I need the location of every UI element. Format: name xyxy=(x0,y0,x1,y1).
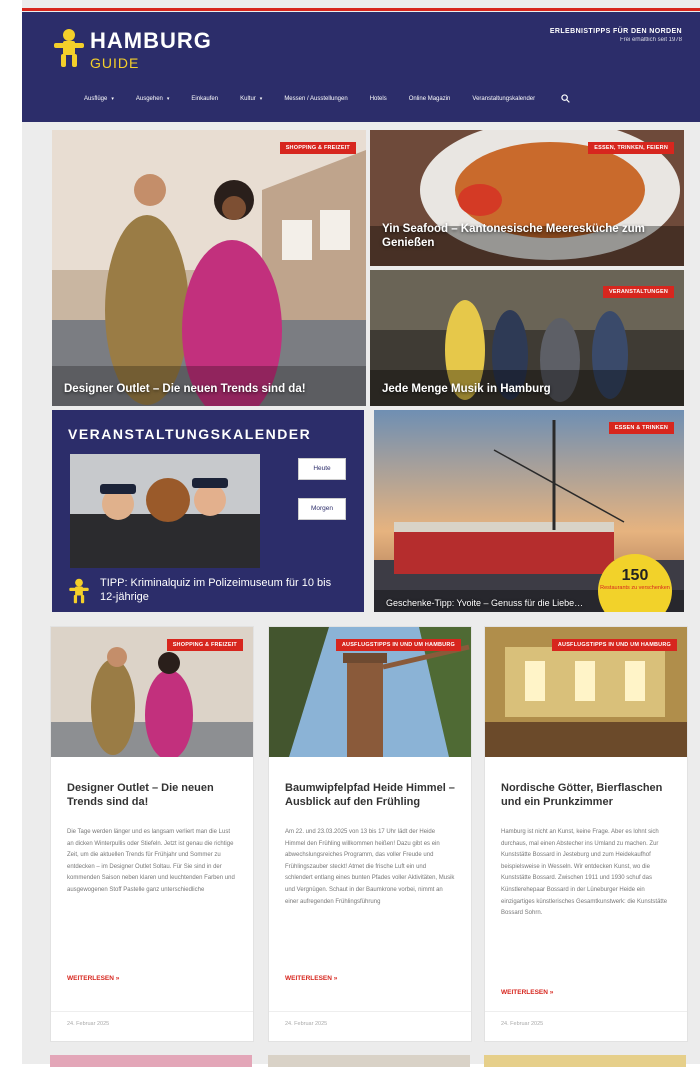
post-excerpt: Am 22. und 23.03.2025 von 13 bis 17 Uhr … xyxy=(285,829,455,905)
header-tagline: ERLEBNISTIPPS FÜR DEN NORDEN Frei erhält… xyxy=(550,28,682,43)
post-card[interactable]: AUSFLUGSTIPPS IN UND UM HAMBURG Baumwipf… xyxy=(268,626,472,1042)
category-badge[interactable]: SHOPPING & FREIZEIT xyxy=(279,142,356,154)
nav-item-veranstaltungskalender[interactable]: Veranstaltungskalender xyxy=(472,96,535,102)
logo-figure-icon xyxy=(68,578,90,609)
hero-top-right-title[interactable]: Yin Seafood – Kantonesische Meeresküche … xyxy=(382,222,672,250)
nav-item-kultur[interactable]: Kultur ▾ xyxy=(240,96,262,102)
category-badge[interactable]: AUSFLUGSTIPPS IN UND UM HAMBURG xyxy=(335,639,461,651)
calendar-photo xyxy=(70,454,260,568)
tagline-sub: Frei erhältlich seit 1978 xyxy=(619,37,682,43)
category-badge[interactable]: VERANSTALTUNGEN xyxy=(602,286,674,298)
nav-label: Kultur xyxy=(240,96,256,102)
next-post-thumbnail[interactable] xyxy=(50,1055,252,1067)
hero-top-right-card[interactable]: ESSEN, TRINKEN, FEIERN Yin Seafood – Kan… xyxy=(370,130,684,266)
brand-name: HAMBURG xyxy=(90,28,212,53)
tomorrow-button[interactable]: Morgen xyxy=(298,498,346,520)
nav-label: Hotels xyxy=(369,96,387,102)
post-date: 24. Februar 2025 xyxy=(285,1021,328,1027)
post-excerpt: Hamburg ist nicht an Kunst, keine Frage.… xyxy=(501,829,668,917)
post-card[interactable]: AUSFLUGSTIPPS IN UND UM HAMBURG Nordisch… xyxy=(484,626,688,1042)
chevron-down-icon: ▾ xyxy=(166,96,170,102)
top-accent-line xyxy=(22,8,700,11)
promo-card[interactable]: ESSEN & TRINKEN Geschenke-Tipp: Yvoite –… xyxy=(374,410,684,612)
nav-label: Online Magazin xyxy=(408,96,451,102)
nav-label: Einkaufen xyxy=(191,96,219,102)
nav-item-einkaufen[interactable]: Einkaufen xyxy=(191,96,218,102)
nav-item-online-magazin[interactable]: Online Magazin xyxy=(409,96,451,102)
hero-main-image xyxy=(52,130,366,406)
nav-item-ausfluege[interactable]: Ausflüge ▾ xyxy=(84,96,114,102)
search-icon[interactable] xyxy=(561,93,570,105)
tagline-main: ERLEBNISTIPPS FÜR DEN NORDEN xyxy=(549,28,682,35)
main-nav: Ausflüge ▾ Ausgehen ▾ Einkaufen Kultur ▾ Me… xyxy=(84,90,684,108)
brand-sub: GUIDE xyxy=(90,55,140,71)
post-divider xyxy=(51,1011,253,1012)
restaurants-label: Restaurants zu verschenken xyxy=(600,585,670,591)
hero-main-title[interactable]: Designer Outlet – Die neuen Trends sind … xyxy=(64,382,306,396)
post-card[interactable]: SHOPPING & FREIZEIT Designer Outlet – Di… xyxy=(50,626,254,1042)
next-post-thumbnail[interactable] xyxy=(268,1055,470,1067)
category-badge[interactable]: SHOPPING & FREIZEIT xyxy=(166,639,243,651)
nav-item-hotels[interactable]: Hotels xyxy=(370,96,387,102)
category-badge[interactable]: ESSEN & TRINKEN xyxy=(608,422,674,434)
hero-mid-right-title[interactable]: Jede Menge Musik in Hamburg xyxy=(382,382,551,396)
promo-caption[interactable]: Geschenke-Tipp: Yvoite – Genuss für die … xyxy=(386,596,583,610)
page: HAMBURG GUIDE ERLEBNISTIPPS FÜR DEN NORD… xyxy=(22,0,700,1067)
post-title[interactable]: Baumwipfelpfad Heide Himmel – Ausblick a… xyxy=(285,781,455,809)
post-excerpt: Die Tage werden länger und es langsam ve… xyxy=(67,829,235,893)
calendar-image[interactable] xyxy=(70,454,260,568)
nav-label: Messen / Ausstellungen xyxy=(284,96,348,102)
post-title[interactable]: Nordische Götter, Bierflaschen und ein P… xyxy=(501,781,671,809)
today-button[interactable]: Heute xyxy=(298,458,346,480)
post-date: 24. Februar 2025 xyxy=(501,1021,544,1027)
hero-mid-right-card[interactable]: VERANSTALTUNGEN Jede Menge Musik in Hamb… xyxy=(370,270,684,406)
nav-item-messen[interactable]: Messen / Ausstellungen xyxy=(284,96,347,102)
post-title[interactable]: Designer Outlet – Die neuen Trends sind … xyxy=(67,781,237,809)
calendar-title[interactable]: VERANSTALTUNGSKALENDER xyxy=(68,426,311,442)
read-more-link[interactable]: WEITERLESEN » xyxy=(501,989,553,996)
read-more-link[interactable]: WEITERLESEN » xyxy=(285,975,337,982)
category-badge[interactable]: AUSFLUGSTIPPS IN UND UM HAMBURG xyxy=(551,639,677,651)
chevron-down-icon: ▾ xyxy=(259,96,263,102)
event-calendar-box: VERANSTALTUNGSKALENDER Heute Morgen TIPP… xyxy=(52,410,364,612)
site-logo[interactable]: HAMBURG GUIDE xyxy=(52,28,222,74)
restaurants-count: 150 xyxy=(621,567,649,584)
chevron-down-icon: ▾ xyxy=(111,96,114,102)
nav-label: Veranstaltungskalender xyxy=(472,96,536,102)
post-divider xyxy=(485,1011,687,1012)
post-divider xyxy=(269,1011,471,1012)
site-header: HAMBURG GUIDE ERLEBNISTIPPS FÜR DEN NORD… xyxy=(22,12,700,122)
post-date: 24. Februar 2025 xyxy=(67,1021,110,1027)
nav-label: Ausflüge xyxy=(84,96,108,102)
next-post-thumbnail[interactable] xyxy=(484,1055,686,1067)
logo-figure-icon xyxy=(54,29,84,67)
nav-label: Ausgehen xyxy=(135,96,163,102)
read-more-link[interactable]: WEITERLESEN » xyxy=(67,975,119,982)
category-badge[interactable]: ESSEN, TRINKEN, FEIERN xyxy=(588,142,674,154)
hero-main-card[interactable]: SHOPPING & FREIZEIT Designer Outlet – Di… xyxy=(52,130,366,406)
calendar-tip-link[interactable]: TIPP: Kriminalquiz im Polizeimuseum für … xyxy=(100,576,350,604)
nav-item-ausgehen[interactable]: Ausgehen ▾ xyxy=(136,96,170,102)
